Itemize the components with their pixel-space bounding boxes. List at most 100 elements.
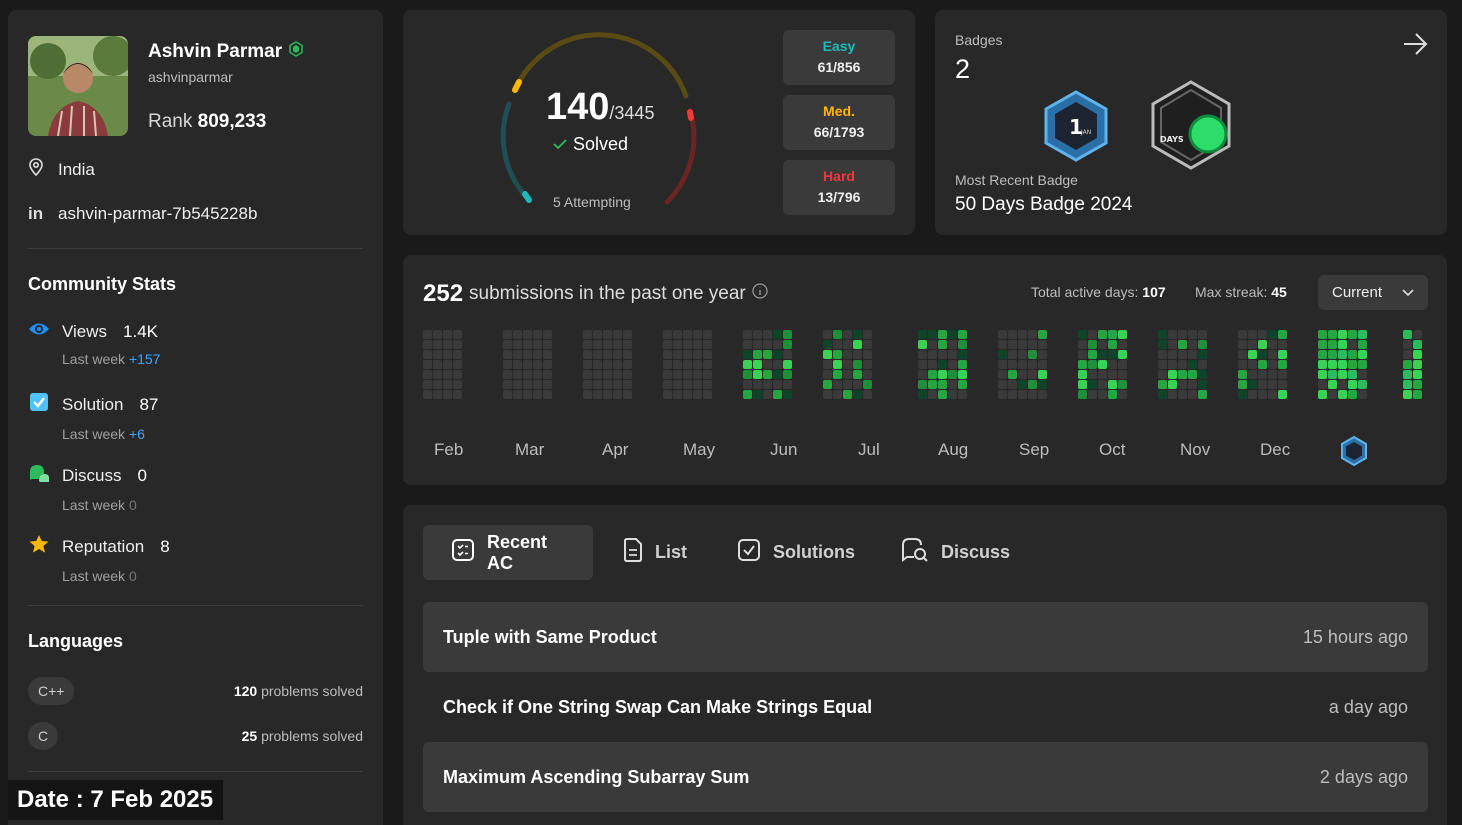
heatmap-cell[interactable] bbox=[673, 360, 682, 369]
heatmap-cell[interactable] bbox=[523, 350, 532, 359]
heatmap-cell[interactable] bbox=[938, 380, 947, 389]
heatmap-cell[interactable] bbox=[833, 350, 842, 359]
heatmap-cell[interactable] bbox=[663, 350, 672, 359]
heatmap-cell[interactable] bbox=[583, 350, 592, 359]
heatmap-cell[interactable] bbox=[1008, 370, 1017, 379]
heatmap-cell[interactable] bbox=[1328, 350, 1337, 359]
calendar-badge-icon[interactable] bbox=[1340, 436, 1368, 466]
heatmap-cell[interactable] bbox=[423, 350, 432, 359]
heatmap-cell[interactable] bbox=[853, 390, 862, 399]
heatmap-cell[interactable] bbox=[423, 380, 432, 389]
heatmap-cell[interactable] bbox=[1108, 370, 1117, 379]
heatmap-cell[interactable] bbox=[1078, 360, 1087, 369]
heatmap-cell[interactable] bbox=[823, 360, 832, 369]
heatmap-cell[interactable] bbox=[543, 390, 552, 399]
heatmap-cell[interactable] bbox=[513, 370, 522, 379]
heatmap-cell[interactable] bbox=[593, 330, 602, 339]
heatmap-cell[interactable] bbox=[423, 340, 432, 349]
heatmap-cell[interactable] bbox=[1028, 360, 1037, 369]
heatmap-cell[interactable] bbox=[693, 380, 702, 389]
heatmap-cell[interactable] bbox=[1258, 390, 1267, 399]
heatmap-cell[interactable] bbox=[773, 370, 782, 379]
heatmap-cell[interactable] bbox=[823, 350, 832, 359]
heatmap-cell[interactable] bbox=[1258, 360, 1267, 369]
heatmap-cell[interactable] bbox=[523, 380, 532, 389]
heatmap-cell[interactable] bbox=[823, 380, 832, 389]
heatmap-cell[interactable] bbox=[1268, 360, 1277, 369]
heatmap-cell[interactable] bbox=[1098, 350, 1107, 359]
heatmap-cell[interactable] bbox=[423, 370, 432, 379]
heatmap-cell[interactable] bbox=[603, 390, 612, 399]
heatmap-cell[interactable] bbox=[1248, 380, 1257, 389]
heatmap-cell[interactable] bbox=[918, 380, 927, 389]
heatmap-cell[interactable] bbox=[1403, 370, 1412, 379]
heatmap-cell[interactable] bbox=[958, 340, 967, 349]
heatmap-cell[interactable] bbox=[928, 380, 937, 389]
heatmap-cell[interactable] bbox=[1198, 360, 1207, 369]
heatmap-cell[interactable] bbox=[613, 380, 622, 389]
heatmap-cell[interactable] bbox=[1168, 330, 1177, 339]
heatmap-cell[interactable] bbox=[833, 340, 842, 349]
list-item[interactable]: Tuple with Same Product 15 hours ago bbox=[423, 602, 1428, 672]
heatmap-cell[interactable] bbox=[443, 360, 452, 369]
heatmap-cell[interactable] bbox=[773, 350, 782, 359]
heatmap-cell[interactable] bbox=[453, 340, 462, 349]
heatmap-cell[interactable] bbox=[1338, 370, 1347, 379]
heatmap-cell[interactable] bbox=[1198, 390, 1207, 399]
heatmap-cell[interactable] bbox=[1028, 390, 1037, 399]
heatmap-cell[interactable] bbox=[593, 380, 602, 389]
heatmap-cell[interactable] bbox=[1318, 340, 1327, 349]
heatmap-cell[interactable] bbox=[1358, 390, 1367, 399]
heatmap-cell[interactable] bbox=[1008, 390, 1017, 399]
heatmap-cell[interactable] bbox=[1413, 390, 1422, 399]
heatmap-cell[interactable] bbox=[918, 390, 927, 399]
heatmap-cell[interactable] bbox=[998, 350, 1007, 359]
heatmap-cell[interactable] bbox=[998, 330, 1007, 339]
heatmap-cell[interactable] bbox=[1188, 330, 1197, 339]
tab-discuss[interactable]: Discuss bbox=[873, 525, 1034, 580]
heatmap-cell[interactable] bbox=[673, 380, 682, 389]
badge-50days-icon[interactable]: DAYS bbox=[1150, 80, 1232, 170]
heatmap-cell[interactable] bbox=[753, 340, 762, 349]
heatmap-cell[interactable] bbox=[673, 350, 682, 359]
heatmap-cell[interactable] bbox=[1348, 340, 1357, 349]
heatmap-cell[interactable] bbox=[928, 370, 937, 379]
heatmap-cell[interactable] bbox=[763, 340, 772, 349]
heatmap-cell[interactable] bbox=[1318, 380, 1327, 389]
heatmap-cell[interactable] bbox=[1118, 360, 1127, 369]
heatmap-cell[interactable] bbox=[1198, 370, 1207, 379]
heatmap-cell[interactable] bbox=[1238, 380, 1247, 389]
heatmap-cell[interactable] bbox=[1018, 330, 1027, 339]
heatmap-cell[interactable] bbox=[1248, 360, 1257, 369]
heatmap-cell[interactable] bbox=[433, 370, 442, 379]
heatmap-cell[interactable] bbox=[853, 360, 862, 369]
heatmap-cell[interactable] bbox=[763, 390, 772, 399]
heatmap-cell[interactable] bbox=[513, 330, 522, 339]
heatmap-cell[interactable] bbox=[1178, 370, 1187, 379]
difficulty-easy[interactable]: Easy 61/856 bbox=[783, 30, 895, 85]
heatmap-cell[interactable] bbox=[1158, 330, 1167, 339]
heatmap-cell[interactable] bbox=[1328, 340, 1337, 349]
heatmap-cell[interactable] bbox=[823, 330, 832, 339]
heatmap-cell[interactable] bbox=[663, 370, 672, 379]
heatmap-cell[interactable] bbox=[1238, 390, 1247, 399]
heatmap-cell[interactable] bbox=[1188, 370, 1197, 379]
heatmap-cell[interactable] bbox=[763, 380, 772, 389]
heatmap-cell[interactable] bbox=[1078, 390, 1087, 399]
heatmap-cell[interactable] bbox=[703, 330, 712, 339]
heatmap-cell[interactable] bbox=[1178, 350, 1187, 359]
heatmap-cell[interactable] bbox=[673, 330, 682, 339]
heatmap-cell[interactable] bbox=[1158, 390, 1167, 399]
heatmap-cell[interactable] bbox=[1403, 360, 1412, 369]
heatmap-cell[interactable] bbox=[433, 390, 442, 399]
heatmap-cell[interactable] bbox=[1158, 350, 1167, 359]
heatmap-cell[interactable] bbox=[998, 380, 1007, 389]
heatmap-cell[interactable] bbox=[928, 360, 937, 369]
heatmap-cell[interactable] bbox=[1198, 340, 1207, 349]
heatmap-cell[interactable] bbox=[918, 360, 927, 369]
heatmap-cell[interactable] bbox=[613, 370, 622, 379]
heatmap-cell[interactable] bbox=[1358, 340, 1367, 349]
heatmap-cell[interactable] bbox=[1038, 390, 1047, 399]
heatmap-cell[interactable] bbox=[423, 390, 432, 399]
heatmap-cell[interactable] bbox=[1358, 330, 1367, 339]
